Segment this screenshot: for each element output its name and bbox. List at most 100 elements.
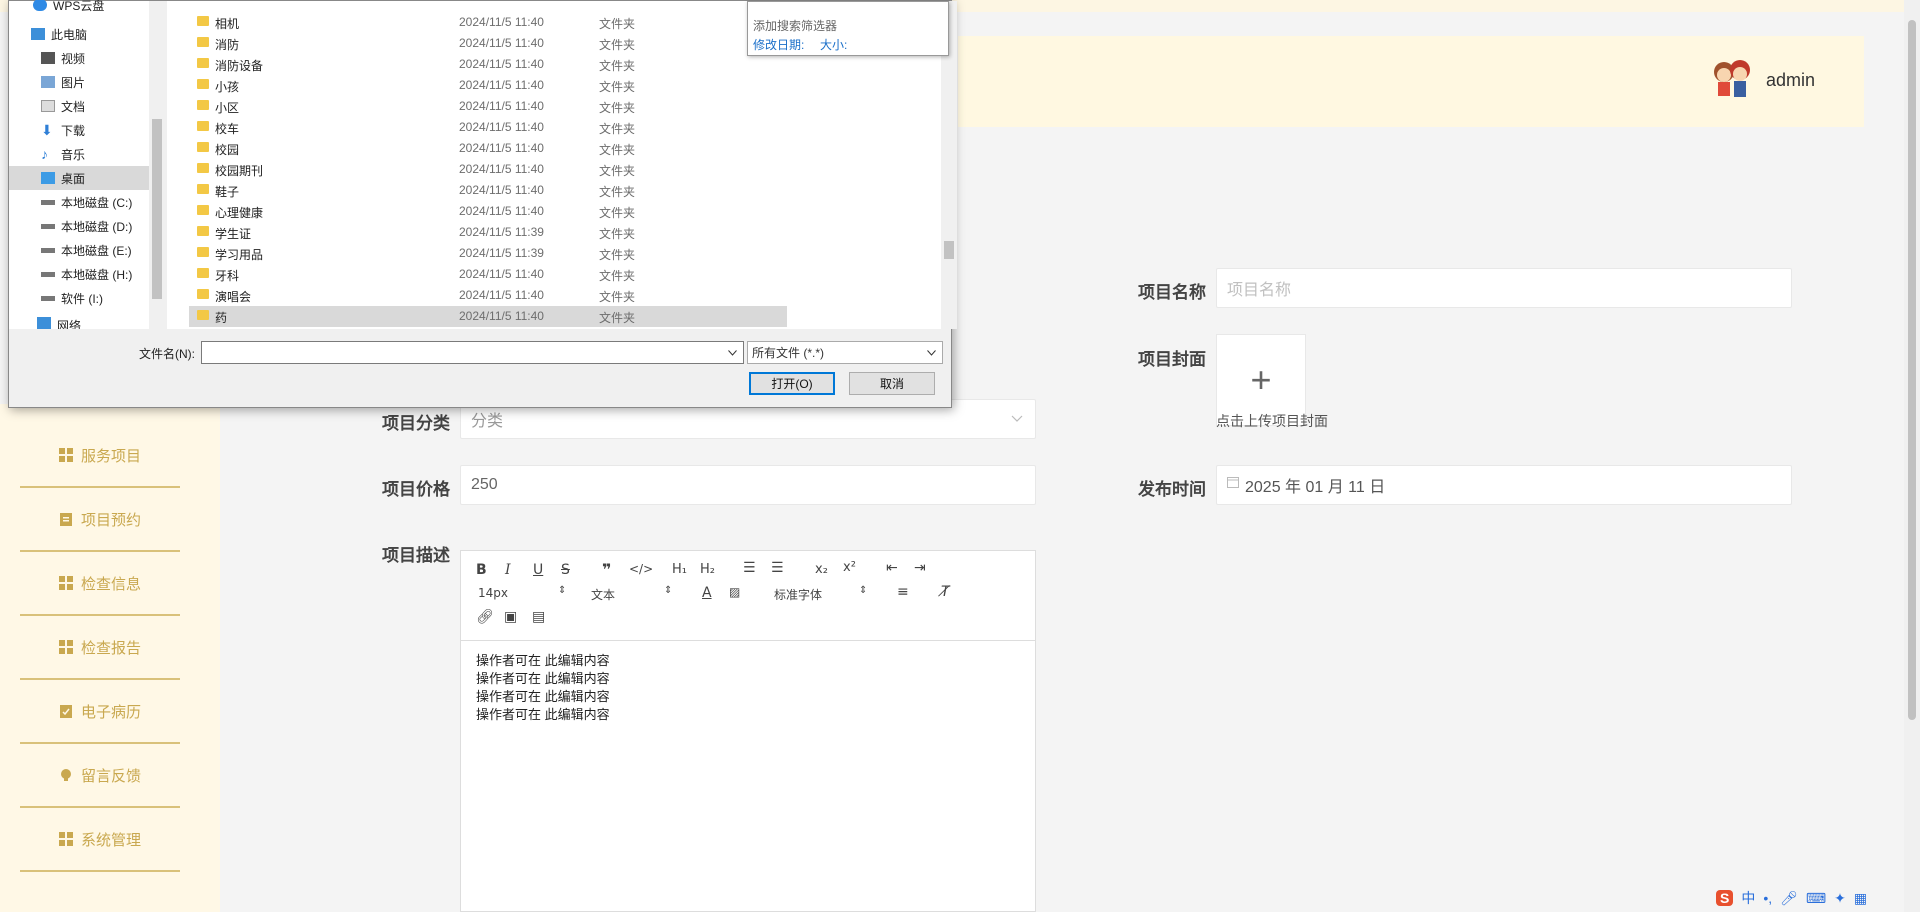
- folder-icon: [197, 163, 209, 173]
- sidebar-item-service-projects[interactable]: 服务项目: [20, 424, 180, 488]
- underline-icon[interactable]: U: [533, 562, 543, 578]
- project-price-input[interactable]: 250: [460, 465, 1036, 505]
- file-row[interactable]: 小区 2024/11/5 11:40 文件夹: [189, 96, 787, 117]
- background-color-icon[interactable]: ▨: [729, 585, 740, 599]
- image-icon[interactable]: ▣: [504, 609, 517, 625]
- skin-icon[interactable]: ✦: [1834, 890, 1846, 907]
- folder-icon: [197, 58, 209, 68]
- video-icon[interactable]: ▤: [532, 609, 545, 625]
- ime-chinese-icon[interactable]: 中: [1741, 888, 1755, 908]
- superscript-icon[interactable]: x²: [843, 560, 856, 575]
- file-row[interactable]: 消防 2024/11/5 11:40 文件夹: [189, 33, 787, 54]
- sidebar-item-exam-info[interactable]: 检查信息: [20, 552, 180, 616]
- subscript-icon[interactable]: x₂: [815, 562, 828, 577]
- nav-item-music[interactable]: ♪ 音乐: [41, 142, 85, 166]
- file-type: 文件夹: [599, 164, 636, 178]
- nav-item-documents[interactable]: 文档: [41, 94, 85, 118]
- folder-icon: [197, 247, 209, 257]
- publish-time-input[interactable]: 2025 年 01 月 11 日: [1216, 465, 1792, 505]
- ordered-list-icon[interactable]: ☰: [743, 560, 756, 576]
- font-family-select[interactable]: 标准字体: [774, 586, 822, 603]
- sidebar-item-medical-records[interactable]: 电子病历: [20, 680, 180, 744]
- desktop-icon: [41, 172, 55, 184]
- file-row[interactable]: 相机 2024/11/5 11:40 文件夹: [189, 12, 787, 33]
- filetype-value: 所有文件 (*.*): [752, 346, 825, 360]
- keyboard-icon[interactable]: ⌨: [1806, 890, 1826, 907]
- indent-icon[interactable]: ⇥: [914, 560, 926, 576]
- nav-item-wps-cloud[interactable]: WPS云盘: [33, 0, 104, 17]
- file-row[interactable]: 小孩 2024/11/5 11:40 文件夹: [189, 75, 787, 96]
- grid-icon[interactable]: ▦: [1854, 890, 1867, 907]
- strikethrough-icon[interactable]: S: [561, 562, 570, 578]
- file-row[interactable]: 牙科 2024/11/5 11:40 文件夹: [189, 264, 787, 285]
- nav-item-pictures[interactable]: 图片: [41, 70, 85, 94]
- text-style-select[interactable]: 文本: [591, 586, 615, 603]
- font-color-icon[interactable]: A: [702, 585, 712, 601]
- project-name-input[interactable]: 项目名称: [1216, 268, 1792, 308]
- sidebar-item-system-admin[interactable]: 系统管理: [20, 808, 180, 872]
- avatar[interactable]: [1710, 56, 1754, 104]
- nav-label: 本地磁盘 (H:): [61, 267, 133, 282]
- file-row[interactable]: 校车 2024/11/5 11:40 文件夹: [189, 117, 787, 138]
- file-row[interactable]: 演唱会 2024/11/5 11:40 文件夹: [189, 285, 787, 306]
- heading1-icon[interactable]: H₁: [672, 562, 687, 577]
- microphone-icon[interactable]: 🎤︎: [1780, 890, 1798, 907]
- sidebar-item-appointments[interactable]: 项目预约: [20, 488, 180, 552]
- file-row-selected[interactable]: 药 2024/11/5 11:40 文件夹: [189, 306, 787, 327]
- admin-username[interactable]: admin: [1766, 70, 1815, 91]
- open-button[interactable]: 打开(O): [749, 372, 835, 395]
- sidebar-item-exam-reports[interactable]: 检查报告: [20, 616, 180, 680]
- nav-scrollbar[interactable]: [149, 1, 164, 329]
- bold-icon[interactable]: B: [476, 562, 487, 578]
- file-row[interactable]: 校园期刊 2024/11/5 11:40 文件夹: [189, 159, 787, 180]
- download-icon: ⬇: [41, 122, 53, 138]
- nav-item-drive-d[interactable]: 本地磁盘 (D:): [41, 214, 132, 238]
- file-row[interactable]: 学习用品 2024/11/5 11:39 文件夹: [189, 243, 787, 264]
- nav-item-videos[interactable]: 视频: [41, 46, 85, 70]
- file-row[interactable]: 消防设备 2024/11/5 11:40 文件夹: [189, 54, 787, 75]
- editor-content[interactable]: 操作者可在 此编辑内容 操作者可在 此编辑内容 操作者可在 此编辑内容 操作者可…: [476, 652, 610, 724]
- nav-item-drive-h[interactable]: 本地磁盘 (H:): [41, 262, 132, 286]
- cancel-button[interactable]: 取消: [849, 372, 935, 395]
- updown-icon: ⇕: [664, 585, 673, 596]
- file-date: 2024/11/5 11:40: [459, 288, 544, 302]
- font-size-select[interactable]: 14px: [478, 586, 508, 600]
- file-row[interactable]: 心理健康 2024/11/5 11:40 文件夹: [189, 201, 787, 222]
- filter-modified-date[interactable]: 修改日期:: [753, 36, 804, 53]
- nav-item-drive-c[interactable]: 本地磁盘 (C:): [41, 190, 132, 214]
- ime-logo-icon[interactable]: S: [1716, 890, 1734, 906]
- clear-format-icon[interactable]: T̸: [941, 584, 950, 600]
- folder-icon: [197, 205, 209, 215]
- network-icon: [37, 317, 51, 329]
- file-row[interactable]: 校园 2024/11/5 11:40 文件夹: [189, 138, 787, 159]
- punctuation-icon[interactable]: •,: [1763, 890, 1772, 906]
- rich-text-editor[interactable]: B I U S ❞ </> H₁ H₂ ☰ ☰ x₂ x² ⇤ ⇥ 14px ⇕…: [460, 550, 1036, 912]
- file-type: 文件夹: [599, 38, 636, 52]
- nav-item-drive-e[interactable]: 本地磁盘 (E:): [41, 238, 132, 262]
- align-icon[interactable]: ≡: [897, 584, 909, 600]
- blockquote-icon[interactable]: ❞: [602, 560, 611, 579]
- heading2-icon[interactable]: H₂: [700, 562, 715, 577]
- file-row[interactable]: 学生证 2024/11/5 11:39 文件夹: [189, 222, 787, 243]
- project-name-label: 项目名称: [1138, 283, 1206, 302]
- code-icon[interactable]: </>: [629, 562, 653, 576]
- file-name: 鞋子: [215, 185, 240, 199]
- chevron-down-icon[interactable]: [728, 350, 737, 356]
- page-scrollbar[interactable]: [1904, 0, 1920, 912]
- link-icon[interactable]: 🔗︎: [476, 609, 494, 625]
- file-type: 文件夹: [599, 269, 636, 283]
- sidebar-item-label: 检查报告: [80, 639, 141, 657]
- nav-item-this-pc[interactable]: 此电脑: [31, 22, 87, 46]
- nav-item-drive-i[interactable]: 软件 (I:): [41, 286, 103, 310]
- sidebar-item-feedback[interactable]: 留言反馈: [20, 744, 180, 808]
- bullet-list-icon[interactable]: ☰: [771, 560, 784, 576]
- file-row[interactable]: 鞋子 2024/11/5 11:40 文件夹: [189, 180, 787, 201]
- nav-item-network[interactable]: 网络: [37, 317, 81, 329]
- nav-item-downloads[interactable]: ⬇ 下载: [41, 118, 85, 142]
- outdent-icon[interactable]: ⇤: [886, 560, 898, 576]
- filename-input[interactable]: [201, 341, 744, 364]
- nav-item-desktop[interactable]: 桌面: [9, 166, 149, 190]
- filetype-select[interactable]: 所有文件 (*.*): [747, 341, 943, 364]
- italic-icon[interactable]: I: [505, 562, 511, 578]
- filter-size[interactable]: 大小:: [820, 36, 847, 53]
